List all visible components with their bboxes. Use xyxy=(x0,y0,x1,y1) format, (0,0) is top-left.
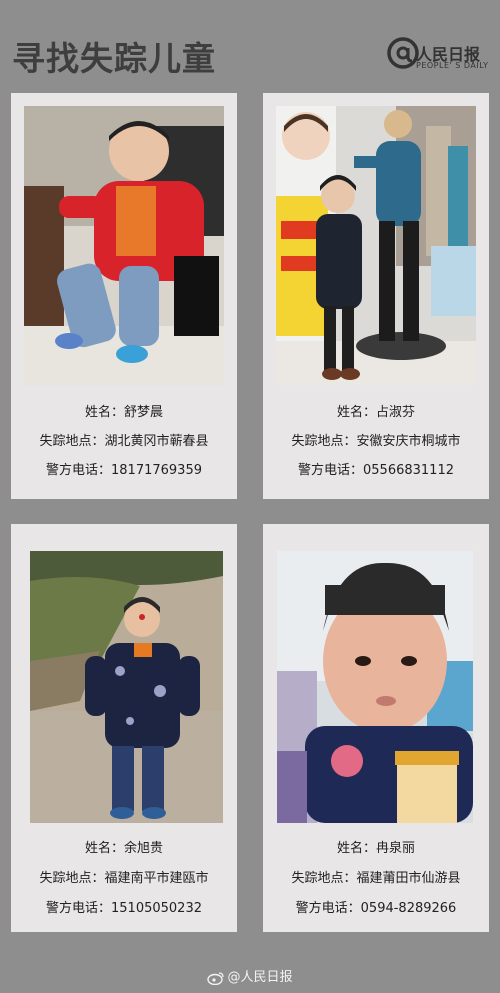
logo-subtitle: PEOPLE' S DAILY xyxy=(416,61,489,70)
police-phone: 警方电话：18171769359 xyxy=(46,463,202,478)
child-photo-1 xyxy=(24,106,224,385)
weibo-watermark: @人民日报 xyxy=(0,966,500,985)
child-name: 姓名：占淑芬 xyxy=(336,405,415,420)
missing-location: 失踪地点：湖北黄冈市蕲春县 xyxy=(39,434,209,449)
child-card-4: 姓名：冉泉丽 失踪地点：福建莆田市仙游县 警方电话：0594-8289266 xyxy=(263,524,489,932)
missing-location: 失踪地点：福建莆田市仙游县 xyxy=(291,871,461,886)
child-card-2: 姓名：占淑芬 失踪地点：安徽安庆市桐城市 警方电话：05566831112 xyxy=(263,93,489,499)
police-phone: 警方电话：0594-8289266 xyxy=(295,901,457,916)
weibo-icon xyxy=(207,971,225,985)
at-sign-icon xyxy=(387,37,419,69)
child-card-3: 姓名：余旭贵 失踪地点：福建南平市建瓯市 警方电话：15105050232 xyxy=(11,524,237,932)
missing-location: 失踪地点：福建南平市建瓯市 xyxy=(39,871,209,886)
police-phone: 警方电话：15105050232 xyxy=(46,901,202,916)
child-photo-3 xyxy=(30,551,223,823)
page-title: 寻找失踪儿童 xyxy=(12,39,216,78)
peoples-daily-logo: 人民日报 PEOPLE' S DAILY xyxy=(386,36,490,74)
child-name: 姓名：余旭贵 xyxy=(84,841,163,856)
child-photo-2 xyxy=(276,106,476,385)
child-name: 姓名：舒梦晨 xyxy=(84,405,163,420)
child-photo-4 xyxy=(277,551,473,823)
child-card-1: 姓名：舒梦晨 失踪地点：湖北黄冈市蕲春县 警方电话：18171769359 xyxy=(11,93,237,499)
header: 寻找失踪儿童 人民日报 PEOPLE' S DAILY xyxy=(0,0,500,90)
child-name: 姓名：冉泉丽 xyxy=(336,841,415,856)
police-phone: 警方电话：05566831112 xyxy=(298,463,454,478)
watermark-text: @人民日报 xyxy=(227,970,293,985)
missing-location: 失踪地点：安徽安庆市桐城市 xyxy=(291,434,461,449)
